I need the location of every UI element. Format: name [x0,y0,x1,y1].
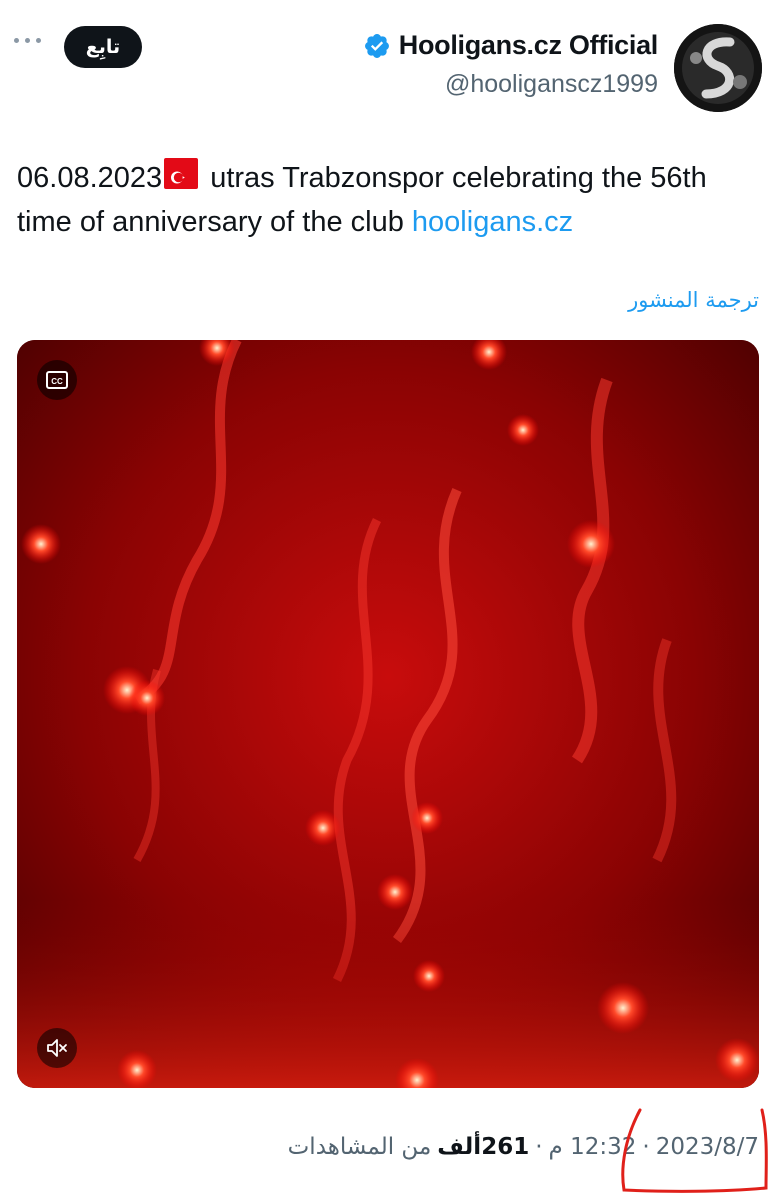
tweet-text: 06.08.2023 utras Trabzonspor celebrating… [17,156,757,244]
separator: · [535,1134,543,1160]
more-icon-dot [36,38,41,43]
tweet-date-text: 06.08.2023 [17,162,163,194]
svg-text:CC: CC [51,377,63,386]
views-label: من المشاهدات [287,1134,432,1160]
translate-post-link[interactable]: ترجمة المنشور [628,288,759,312]
mute-icon [47,1039,67,1057]
more-icon-dot [25,38,30,43]
video-player[interactable]: CC [17,340,759,1088]
cc-icon: CC [46,371,68,389]
author-handle[interactable]: @hooliganscz1999 [445,70,658,99]
views-number: 261 [481,1134,530,1160]
tweet-metadata: 2023/8/7 · 12:32 م · 261ألف من المشاهدات [288,1134,759,1160]
more-icon-dot [14,38,19,43]
turkey-flag-icon [164,158,199,189]
more-options-button[interactable] [14,38,41,43]
post-date[interactable]: 2023/8/7 [656,1134,759,1160]
verified-badge-icon [364,33,389,58]
separator: · [642,1134,650,1160]
mute-button[interactable] [37,1028,77,1068]
avatar-logo-image [674,24,762,112]
views-count[interactable]: 261ألف [437,1134,529,1160]
follow-button[interactable]: تابِع [64,26,142,68]
views-unit: ألف [437,1134,482,1160]
tweet-link[interactable]: hooligans.cz [412,206,573,238]
author-display-name[interactable]: Hooligans.cz Official [399,30,659,61]
avatar[interactable] [674,24,762,112]
author-name-row[interactable]: Hooligans.cz Official [363,30,658,61]
fireworks-video-frame [17,340,759,1088]
post-time[interactable]: 12:32 م [549,1134,637,1160]
captions-button[interactable]: CC [37,360,77,400]
